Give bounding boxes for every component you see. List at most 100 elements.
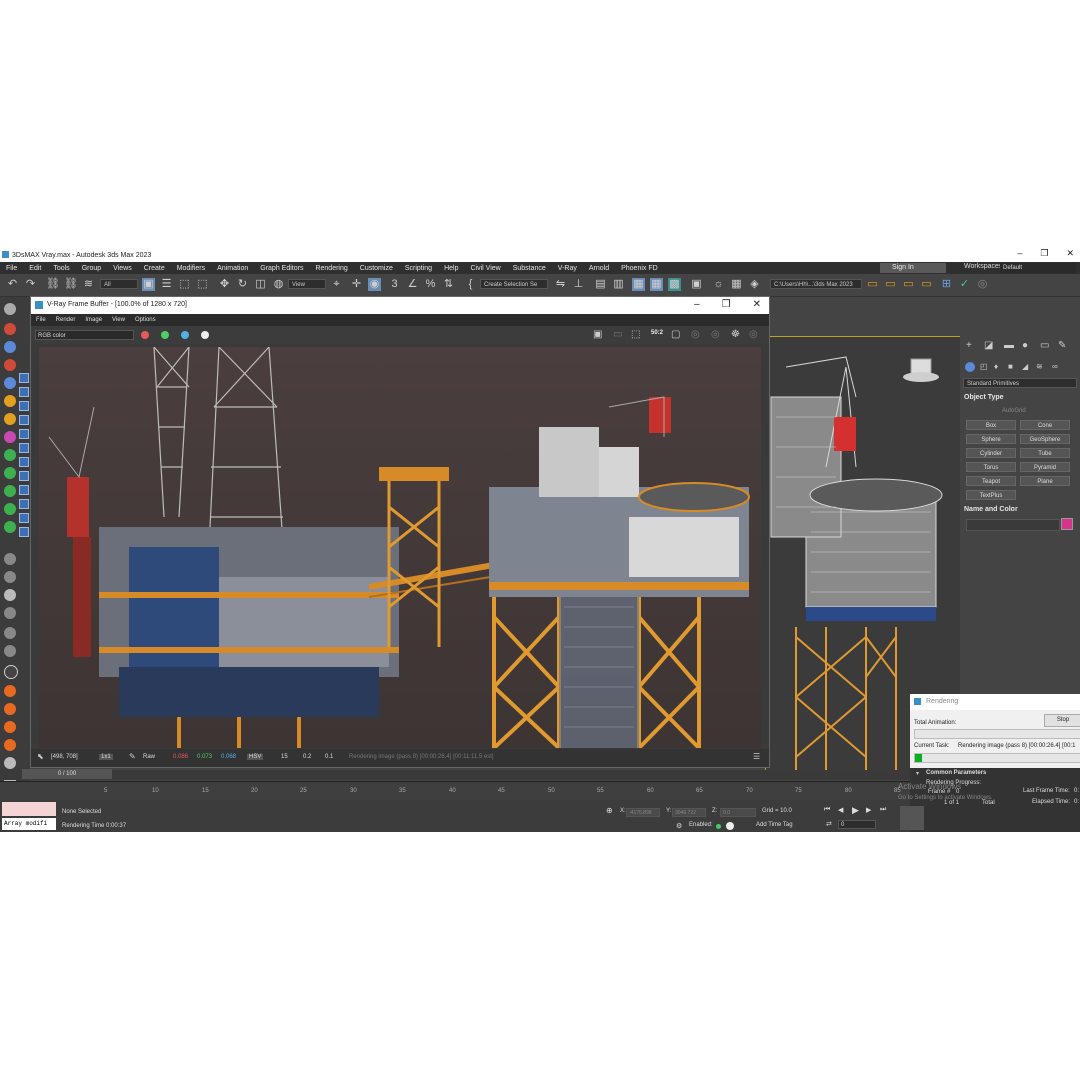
fire-2-icon[interactable] xyxy=(4,703,16,715)
place-icon[interactable]: ◍ xyxy=(272,278,285,291)
lights-icon[interactable]: ♦ xyxy=(994,362,998,371)
rotate-icon[interactable]: ↻ xyxy=(236,278,249,291)
compare-icon[interactable]: ▢ xyxy=(671,329,680,340)
key-mode-icon[interactable]: ⇄ xyxy=(826,820,832,828)
object-color-swatch[interactable] xyxy=(1061,518,1073,530)
track-bar[interactable]: 5 10 15 20 25 30 35 40 45 50 55 60 65 70… xyxy=(0,781,915,800)
tool-magenta-icon[interactable] xyxy=(4,431,16,443)
alpha-channel-icon[interactable] xyxy=(201,331,209,339)
vfb-minimize-button[interactable]: – xyxy=(694,299,700,310)
display-tab-icon[interactable]: ▭ xyxy=(1040,340,1049,351)
maxscript-input[interactable]: Array modifi xyxy=(2,818,56,830)
menu-create[interactable]: Create xyxy=(138,265,171,272)
teapot-button[interactable]: Teapot xyxy=(966,476,1016,486)
tube-button[interactable]: Tube xyxy=(1020,448,1070,458)
isolate-icon[interactable] xyxy=(726,822,734,830)
tool-red-icon[interactable] xyxy=(4,323,16,335)
link-icon[interactable]: ⛓ xyxy=(46,278,60,291)
color-picker-icon[interactable]: ✎ xyxy=(129,752,136,761)
tool-blue-2-icon[interactable] xyxy=(4,377,16,389)
vfb-menu-icon[interactable]: ☰ xyxy=(753,752,760,761)
play-icon[interactable]: ▶ xyxy=(852,805,859,816)
x-coordinate-field[interactable]: -4176.898 xyxy=(626,808,660,817)
ratio-dropdown[interactable]: 1x1 xyxy=(99,754,113,760)
object-name-field[interactable] xyxy=(966,519,1060,531)
tool-green-3-icon[interactable] xyxy=(4,485,16,497)
menu-scripting[interactable]: Scripting xyxy=(399,265,438,272)
trash-icon[interactable] xyxy=(4,627,16,639)
menu-views[interactable]: Views xyxy=(107,265,138,272)
snaps-toggle-icon[interactable]: 3 xyxy=(388,278,401,291)
tool-green-4-icon[interactable] xyxy=(4,503,16,515)
rendered-frame-window-icon[interactable]: ☼ xyxy=(712,278,725,291)
unlink-icon[interactable]: ⛓ xyxy=(64,278,78,291)
check-icon[interactable]: ✓ xyxy=(958,278,971,291)
play-tool-icon[interactable] xyxy=(4,553,16,565)
named-selection-dropdown[interactable]: Create Selection Se xyxy=(480,279,548,289)
cursor-icon[interactable]: ⬉ xyxy=(37,752,44,761)
menu-group[interactable]: Group xyxy=(76,265,107,272)
enabled-indicator[interactable] xyxy=(716,824,721,829)
menu-file[interactable]: File xyxy=(0,265,23,272)
spinner-snap-icon[interactable]: ⇅ xyxy=(442,278,455,291)
prev-frame-icon[interactable]: ◀ xyxy=(838,806,843,814)
vfb-menu-view[interactable]: View xyxy=(107,317,130,323)
sub-tool-4-icon[interactable] xyxy=(19,415,29,425)
ref-coord-dropdown[interactable]: View xyxy=(288,279,326,289)
goto-start-icon[interactable]: ⏮ xyxy=(824,806,830,814)
menu-rendering[interactable]: Rendering xyxy=(309,265,353,272)
color-mode-dropdown[interactable]: HSV xyxy=(247,754,264,760)
folder-icon[interactable]: ▭ xyxy=(866,278,879,291)
named-selection-icon[interactable]: { xyxy=(464,278,477,291)
render-image[interactable] xyxy=(39,347,761,748)
pause-tool-icon[interactable] xyxy=(4,571,16,583)
vfb-close-button[interactable]: ✕ xyxy=(753,299,761,310)
region-render-icon[interactable]: ⬚ xyxy=(631,329,640,340)
toggle-ribbon-icon[interactable]: ▥ xyxy=(612,278,625,291)
save-image-icon[interactable]: ▣ xyxy=(593,329,602,340)
sub-tool-5-icon[interactable] xyxy=(19,429,29,439)
bind-spacewarp-icon[interactable]: ≋ xyxy=(82,278,95,291)
menu-edit[interactable]: Edit xyxy=(23,265,47,272)
tool-green-5-icon[interactable] xyxy=(4,521,16,533)
workspaces-dropdown[interactable]: Default xyxy=(1000,263,1076,273)
box-tool-icon[interactable] xyxy=(4,589,16,601)
category-dropdown[interactable]: Standard Primitives xyxy=(963,378,1077,388)
keyboard-shortcut-icon[interactable]: ◉ xyxy=(368,278,381,291)
plane-button[interactable]: Plane xyxy=(1020,476,1070,486)
project-folder-icon[interactable]: ▭ xyxy=(902,278,915,291)
box-button[interactable]: Box xyxy=(966,420,1016,430)
tool-blue-icon[interactable] xyxy=(4,341,16,353)
interactive-icon[interactable]: ◎ xyxy=(691,329,700,340)
transform-type-in-icon[interactable]: ⊕ xyxy=(606,806,613,815)
vfb-maximize-button[interactable]: ❐ xyxy=(722,299,731,310)
blue-channel-icon[interactable] xyxy=(181,331,189,339)
menu-arnold[interactable]: Arnold xyxy=(583,265,615,272)
sub-tool-2-icon[interactable] xyxy=(19,387,29,397)
vfb-menu-image[interactable]: Image xyxy=(80,317,107,323)
cameras-icon[interactable]: ■ xyxy=(1008,362,1013,371)
sub-tool-8-icon[interactable] xyxy=(19,471,29,481)
undo-icon[interactable]: ↶ xyxy=(6,278,19,291)
menu-civil-view[interactable]: Civil View xyxy=(464,265,506,272)
select-manipulate-icon[interactable]: ✛ xyxy=(350,278,363,291)
current-frame-field[interactable]: 0 xyxy=(838,820,876,829)
vfb-menu-file[interactable]: File xyxy=(31,317,51,323)
angle-snap-icon[interactable]: ∠ xyxy=(406,278,419,291)
add-time-tag[interactable]: Add Time Tag xyxy=(756,822,793,828)
create-tab-icon[interactable]: + xyxy=(966,340,972,351)
time-slider[interactable] xyxy=(0,770,915,780)
zoom-badge[interactable]: 50:2 xyxy=(651,330,663,336)
helpers-icon[interactable]: ◢ xyxy=(1022,362,1028,371)
project-path-dropdown[interactable]: C:\Users\Hh\...\3ds Max 2023 xyxy=(770,279,862,289)
geometry-icon[interactable] xyxy=(965,362,975,372)
mirror-icon[interactable]: ⇋ xyxy=(554,278,567,291)
menu-graph-editors[interactable]: Graph Editors xyxy=(254,265,309,272)
maximize-button[interactable]: ❐ xyxy=(1040,248,1048,259)
sub-tool-3-icon[interactable] xyxy=(19,401,29,411)
fire-4-icon[interactable] xyxy=(4,739,16,751)
select-object-icon[interactable]: ▣ xyxy=(142,278,155,291)
menu-vray[interactable]: V-Ray xyxy=(552,265,583,272)
menu-customize[interactable]: Customize xyxy=(354,265,399,272)
channel-dropdown[interactable]: RGB color xyxy=(35,330,134,340)
